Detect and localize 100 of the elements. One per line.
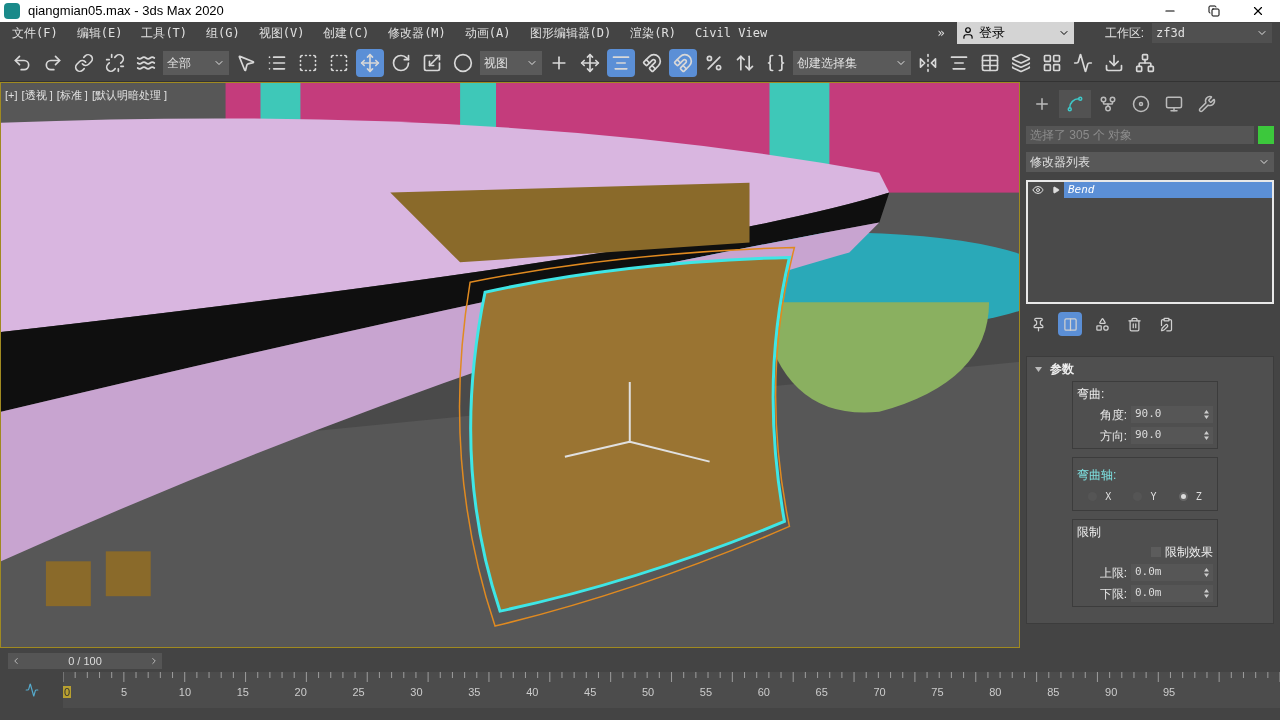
angle-snap-button[interactable]	[669, 48, 697, 77]
schematic-icon	[1135, 52, 1155, 73]
unlink-icon	[105, 52, 125, 73]
menu-item[interactable]: 图形编辑器(D)	[529, 24, 612, 42]
spinner-arrows-icon	[1204, 410, 1209, 419]
remove-glyph-icon	[1126, 316, 1142, 332]
window-title: qiangmian05.max - 3ds Max 2020	[28, 2, 224, 21]
group-label: 弯曲:	[1077, 386, 1106, 402]
scene-explorer-icon	[980, 52, 1000, 73]
modifier-list-dropdown[interactable]: 修改器列表	[1026, 152, 1274, 172]
axis-radio[interactable]: Z	[1178, 488, 1202, 504]
axis-radio[interactable]: X	[1088, 488, 1112, 504]
frame-number: 75	[931, 685, 945, 700]
upper-limit-label: 上限:	[1099, 564, 1127, 581]
command-panel-tab[interactable]	[1059, 90, 1091, 118]
menu-item[interactable]: 组(G)	[206, 24, 240, 42]
viewport-label[interactable]: [标准 ]	[56, 87, 88, 104]
region-select-icon	[298, 52, 318, 73]
frame-number: 50	[641, 685, 656, 700]
configure-glyph-icon	[1158, 316, 1174, 332]
rollout-toggle-icon[interactable]	[1035, 365, 1042, 373]
menu-item[interactable]: 动画(A)	[464, 24, 511, 42]
upper-limit-spinner[interactable]: 0.0m	[1131, 564, 1213, 581]
redo-icon	[43, 52, 63, 73]
spinner-arrows-icon	[1204, 589, 1209, 598]
menu-item[interactable]: 视图(V)	[258, 24, 305, 42]
viewport-label[interactable]: [透视 ]	[21, 87, 53, 104]
link-icon	[74, 52, 94, 73]
viewport-label[interactable]: [默认明暗处理 ]	[91, 87, 168, 104]
direction-spinner[interactable]: 90.0	[1131, 427, 1213, 444]
viewport-label[interactable]: [+]	[5, 87, 18, 104]
create-icon	[1033, 95, 1051, 113]
group-label: 限制	[1077, 524, 1102, 540]
group-label: 弯曲轴:	[1077, 468, 1117, 482]
frame-number: 5	[120, 685, 128, 700]
layer-icon	[1011, 52, 1031, 73]
workspace-label: 工作区:	[1104, 25, 1144, 42]
frame-number: 15	[236, 685, 250, 700]
move-button[interactable]	[356, 48, 384, 77]
window-crossing-icon	[329, 52, 349, 73]
menu-item[interactable]: Civil View	[694, 24, 768, 42]
app-icon	[4, 3, 20, 19]
lower-limit-label: 下限:	[1099, 585, 1127, 602]
scale-icon	[422, 52, 442, 73]
frame-number: 65	[815, 685, 829, 700]
frame-number: 80	[989, 685, 1003, 700]
menu-item[interactable]: 文件(F)	[12, 24, 58, 42]
selection-filter-dropdown[interactable]: 全部	[163, 50, 229, 75]
spinner-arrows-icon	[1204, 568, 1209, 577]
frame-number: 85	[1047, 685, 1061, 700]
curve-editor-icon[interactable]	[24, 683, 39, 697]
restore-icon	[1208, 5, 1220, 17]
named-selection-dropdown[interactable]: 创建选择集	[793, 50, 911, 75]
utilities-icon	[1198, 95, 1216, 113]
chevron-left-icon	[11, 656, 21, 666]
viewport[interactable]: [+] [透视 ] [标准 ] [默认明暗处理 ]	[0, 82, 1020, 648]
account-dropdown[interactable]: 登录	[957, 22, 1074, 44]
frame-number: 20	[294, 685, 308, 700]
frame-number: 10	[178, 685, 193, 700]
menu-item[interactable]: 编辑(E)	[76, 24, 123, 42]
chevron-right-icon	[149, 656, 159, 666]
display-icon	[1165, 95, 1183, 113]
menu-item[interactable]: 修改器(M)	[388, 24, 446, 42]
coordinate-system-dropdown[interactable]: 视图	[480, 50, 542, 75]
modify-icon	[1066, 95, 1084, 113]
expand-icon[interactable]	[1052, 186, 1060, 194]
frame-number: 25	[352, 685, 366, 700]
object-color-swatch[interactable]	[1258, 126, 1274, 144]
workspace-dropdown[interactable]: zf3d	[1152, 23, 1272, 43]
close-icon	[1251, 4, 1265, 18]
limit-effect-checkbox[interactable]: 限制效果	[1151, 544, 1213, 560]
edit-selection-set-icon	[766, 52, 786, 73]
frame-number: 40	[526, 685, 540, 700]
frame-number: 45	[584, 685, 598, 700]
menu-item[interactable]: 渲染(R)	[630, 24, 676, 42]
angle-spinner[interactable]: 90.0	[1131, 406, 1213, 423]
move-icon	[360, 52, 380, 73]
track-bar[interactable]: 0 5 10 15 20 25 30 35 40 45 50 55 60 65 70 75 80 85 90 95	[63, 672, 1280, 708]
menu-item[interactable]: 创建(C)	[323, 24, 370, 42]
angle-label: 角度:	[1099, 406, 1127, 423]
rollout-title[interactable]: 参数	[1050, 361, 1074, 377]
user-icon	[961, 26, 975, 40]
frame-number: 60	[757, 685, 771, 700]
frame-number: 95	[1162, 685, 1177, 700]
undo-icon	[12, 52, 32, 73]
axis-radio[interactable]: Y	[1133, 488, 1157, 504]
frame-number: 55	[699, 685, 714, 700]
direction-label: 方向:	[1099, 427, 1127, 444]
lower-limit-spinner[interactable]: 0.0m	[1131, 585, 1213, 602]
snap-icon	[642, 52, 662, 73]
menu-item[interactable]: 工具(T)	[141, 24, 188, 42]
curve-editor-icon	[1073, 52, 1093, 73]
frame-number: 0	[63, 685, 73, 700]
frame-number: 90	[1105, 685, 1119, 700]
frame-number: 30	[410, 685, 424, 700]
spinner-arrows-icon	[1204, 431, 1209, 440]
hierarchy-icon	[1099, 95, 1117, 113]
pin-glyph-icon	[1030, 316, 1046, 332]
angle-snap-icon	[673, 52, 693, 73]
menu-overflow[interactable]: »	[925, 24, 957, 42]
